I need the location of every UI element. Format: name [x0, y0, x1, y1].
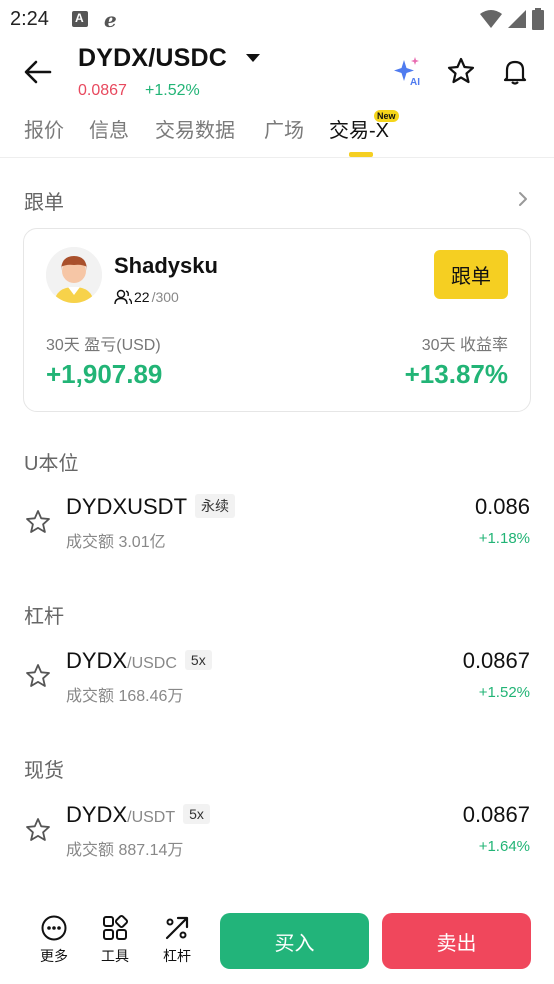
row-change: +1.52% — [478, 684, 530, 701]
status-time: 2:24 — [10, 8, 49, 30]
back-arrow-icon[interactable] — [22, 56, 54, 88]
trader-name: Shadysku — [114, 253, 218, 278]
roi-value: +13.87% — [404, 359, 508, 389]
sell-button[interactable]: 卖出 — [382, 913, 531, 969]
section-title-spot: 现货 — [24, 760, 64, 782]
symbol-base: DYDXUSDT — [66, 494, 188, 519]
last-price: 0.0867 — [78, 82, 127, 99]
row-price: 0.086 — [474, 494, 530, 519]
pnl-value: +1,907.89 — [46, 359, 163, 389]
section-title-margin: 杠杆 — [24, 606, 64, 628]
copy-trading-title[interactable]: 跟单 — [24, 186, 64, 215]
symbol-quote: /USDC — [127, 655, 177, 672]
notification-app-icon — [72, 11, 88, 27]
users-icon — [114, 289, 132, 305]
more-button[interactable]: 更多 — [29, 914, 79, 966]
status-indicators — [480, 8, 544, 30]
tab-trading-data[interactable]: 交易数据 — [155, 114, 235, 143]
market-row-margin[interactable]: DYDX/USDC 5x 成交额 168.46万 0.0867 +1.52% — [0, 644, 554, 714]
new-badge: New — [374, 110, 399, 122]
symbol-base: DYDX — [66, 802, 128, 827]
ai-sparkle-icon[interactable]: AI — [390, 54, 424, 88]
more-dots-icon — [41, 915, 67, 941]
pnl-label: 30天 盈亏(USD) — [46, 337, 161, 354]
status-bar: 2:24 ℯ — [0, 0, 554, 38]
row-symbol: DYDXUSDT 永续 — [66, 494, 236, 520]
row-volume: 成交额 887.14万 — [66, 842, 184, 859]
row-volume: 成交额 168.46万 — [66, 688, 184, 705]
trader-followers: 22/300 — [114, 289, 179, 305]
bell-icon[interactable] — [500, 56, 530, 86]
tab-bar: 报价 信息 交易数据 广场 交易-X New — [0, 108, 554, 158]
active-tab-indicator — [349, 152, 373, 157]
tab-quotes[interactable]: 报价 — [24, 114, 64, 143]
tools-grid-icon — [103, 914, 129, 940]
contract-tag: 永续 — [195, 494, 236, 518]
pair-dropdown-caret-icon[interactable] — [246, 54, 260, 62]
avatar-illustration — [46, 247, 102, 303]
symbol-quote: /USDT — [127, 809, 176, 826]
row-change: +1.64% — [478, 838, 530, 855]
market-row-spot[interactable]: DYDX/USDT 5x 成交额 887.14万 0.0867 +1.64% — [0, 798, 554, 868]
followers-count: 22 — [134, 289, 150, 305]
leverage-tag: 5x — [183, 804, 210, 824]
browser-notification-icon: ℯ — [104, 10, 117, 32]
pair-title[interactable]: DYDX/USDC — [78, 44, 227, 73]
leverage-label: 杠杆 — [163, 948, 191, 964]
favorite-star-icon[interactable] — [24, 662, 52, 690]
buy-button[interactable]: 买入 — [220, 913, 369, 969]
favorite-star-icon[interactable] — [24, 508, 52, 536]
wifi-icon — [480, 10, 502, 28]
more-label: 更多 — [40, 948, 68, 964]
market-header: DYDX/USDC 0.0867 +1.52% AI — [0, 38, 554, 102]
tab-square[interactable]: 广场 — [264, 114, 304, 143]
row-volume: 成交额 3.01亿 — [66, 534, 166, 551]
followers-max: /300 — [151, 289, 179, 305]
price-change: +1.52% — [145, 82, 200, 99]
tools-label: 工具 — [101, 948, 129, 964]
battery-icon — [532, 8, 544, 30]
leverage-icon — [165, 916, 189, 940]
roi-label: 30天 收益率 — [421, 337, 508, 354]
tab-info[interactable]: 信息 — [89, 114, 129, 143]
trader-card[interactable]: Shadysku 22/300 跟单 30天 盈亏(USD) +1,907.89… — [23, 228, 531, 412]
row-symbol: DYDX/USDT 5x — [66, 802, 210, 828]
favorite-star-icon[interactable] — [446, 56, 476, 86]
row-change: +1.18% — [478, 530, 530, 547]
section-title-usdt-margined: U本位 — [24, 453, 79, 475]
symbol-base: DYDX — [66, 648, 128, 673]
bottom-action-bar: 更多 工具 杠杆 买入 卖出 — [0, 896, 554, 984]
favorite-star-icon[interactable] — [24, 816, 52, 844]
tools-button[interactable]: 工具 — [90, 914, 140, 966]
leverage-button[interactable]: 杠杆 — [152, 914, 202, 966]
trader-avatar — [46, 247, 102, 303]
leverage-tag: 5x — [184, 650, 212, 670]
follow-button[interactable]: 跟单 — [434, 250, 508, 299]
signal-icon — [508, 10, 526, 28]
row-price: 0.0867 — [462, 648, 530, 673]
chevron-right-icon[interactable] — [516, 190, 530, 208]
svg-text:AI: AI — [410, 77, 420, 88]
market-row-perpetual[interactable]: DYDXUSDT 永续 成交额 3.01亿 0.086 +1.18% — [0, 490, 554, 560]
row-price: 0.0867 — [462, 802, 530, 827]
row-symbol: DYDX/USDC 5x — [66, 648, 212, 674]
